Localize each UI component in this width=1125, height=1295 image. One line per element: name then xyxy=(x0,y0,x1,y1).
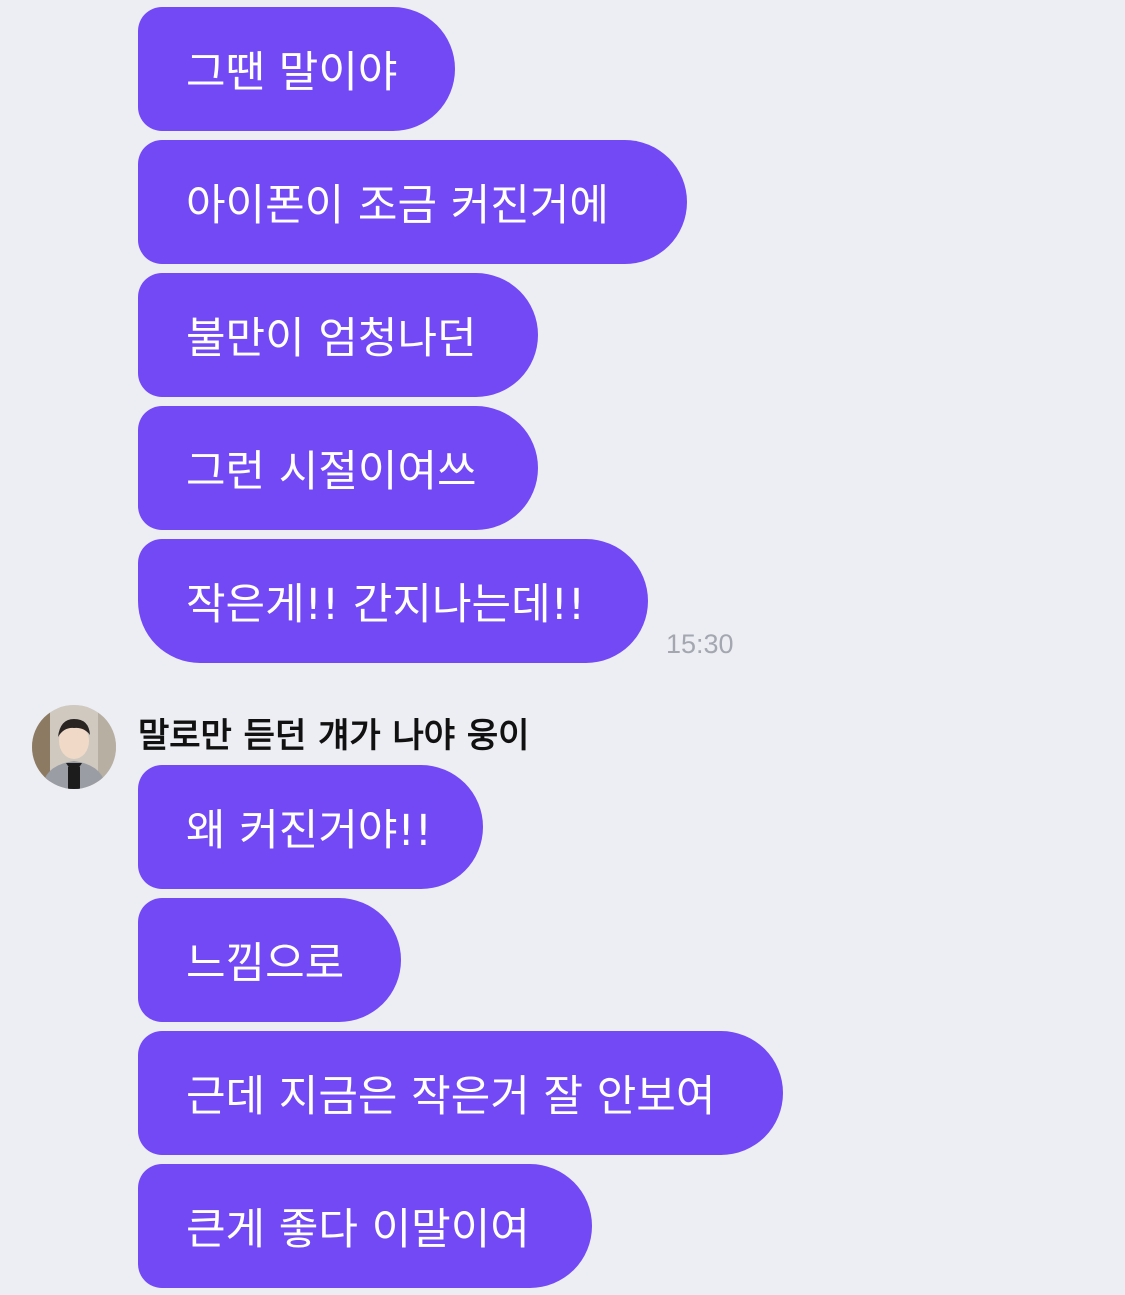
message-bubble[interactable]: 큰게 좋다 이말이여 xyxy=(138,1164,592,1288)
chat-window: 그땐 말이야 아이폰이 조금 커진거에 불만이 엄청나던 그런 시절이여쓰 작은… xyxy=(0,0,1125,1295)
message-text: 작은게!! 간지나는데!! xyxy=(186,580,586,630)
message-bubble[interactable]: 근데 지금은 작은거 잘 안보여 xyxy=(138,1031,783,1155)
sender-name: 말로만 듣던 걔가 나야 웅이 xyxy=(138,715,530,756)
message-bubble[interactable]: 아이폰이 조금 커진거에 xyxy=(138,140,687,264)
message-text: 근데 지금은 작은거 잘 안보여 xyxy=(186,1072,716,1122)
message-text: 큰게 좋다 이말이여 xyxy=(186,1205,530,1255)
message-bubble[interactable]: 그런 시절이여쓰 xyxy=(138,406,538,530)
message-text: 왜 커진거야!! xyxy=(186,806,432,856)
profile-photo-icon xyxy=(32,705,116,789)
message-text: 그런 시절이여쓰 xyxy=(186,447,477,497)
message-text: 느낌으로 xyxy=(186,939,345,989)
message-text: 그땐 말이야 xyxy=(186,48,398,98)
message-text: 아이폰이 조금 커진거에 xyxy=(186,181,609,231)
message-text: 불만이 엄청나던 xyxy=(186,314,477,364)
message-bubble[interactable]: 불만이 엄청나던 xyxy=(138,273,538,397)
message-bubble[interactable]: 느낌으로 xyxy=(138,898,401,1022)
message-bubble[interactable]: 왜 커진거야!! xyxy=(138,765,483,889)
message-bubble[interactable]: 그땐 말이야 xyxy=(138,7,455,131)
message-timestamp: 15:30 xyxy=(666,629,734,659)
message-bubble[interactable]: 작은게!! 간지나는데!! xyxy=(138,539,648,663)
avatar[interactable] xyxy=(32,705,116,789)
